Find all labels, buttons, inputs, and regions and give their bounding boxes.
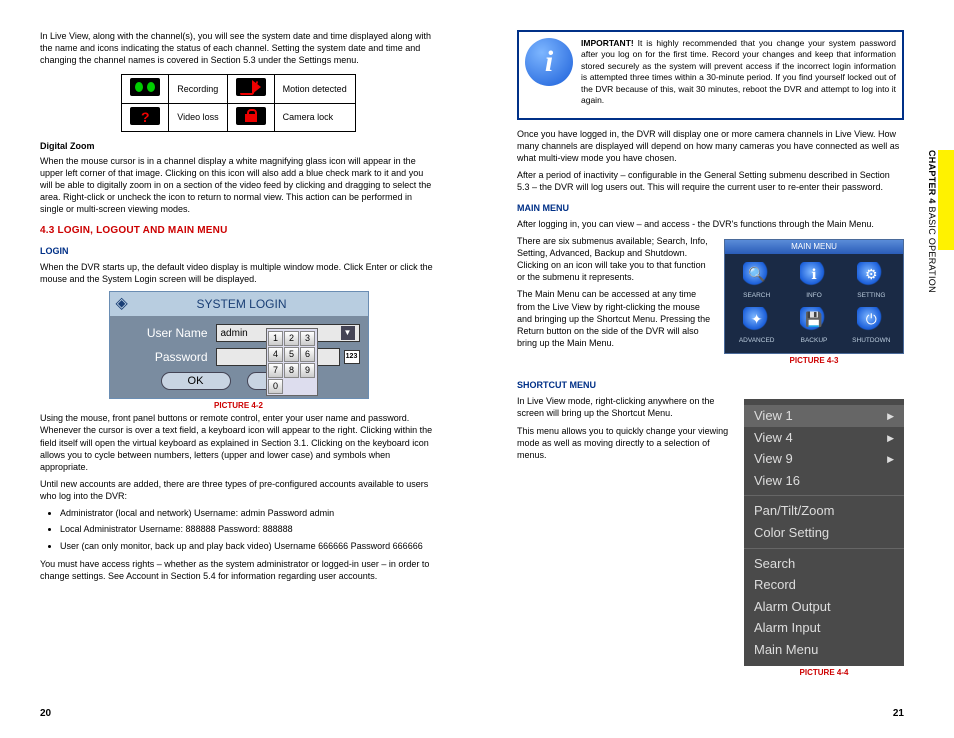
shortcut-menu: View 1▶ View 4▶ View 9▶ View 16 Pan/Tilt… [744,399,904,666]
camera-lock-label: Camera lock [274,103,355,131]
numeric-keypad: 1 2 3 4 5 6 7 8 9 0 [266,328,318,396]
key-1[interactable]: 1 [268,331,283,346]
login-para-2: Using the mouse, front panel buttons or … [40,412,437,473]
key-2[interactable]: 2 [284,331,299,346]
ptz[interactable]: Pan/Tilt/Zoom [744,500,904,522]
search-icon [743,262,771,290]
video-loss-label: Video loss [169,103,227,131]
status-icon-table: Recording Motion detected Video loss Cam… [121,74,355,131]
gear-icon [857,262,885,290]
menu-shutdown[interactable]: SHUTDOWN [846,307,897,346]
page-number-left: 20 [40,707,51,721]
left-page: In Live View, along with the channel(s),… [0,0,477,738]
keyboard-mode-icon[interactable]: 123 [344,350,360,364]
account-admin: Administrator (local and network) Userna… [60,507,437,519]
login-para-4: You must have access rights – whether as… [40,558,437,582]
important-box: i IMPORTANT! It is highly recommended th… [517,30,904,120]
picture-4-2-caption: PICTURE 4-2 [40,401,437,412]
sc-search[interactable]: Search [744,553,904,575]
login-heading: LOGIN [40,245,437,257]
login-para-3: Until new accounts are added, there are … [40,478,437,502]
view-4[interactable]: View 4▶ [744,427,904,449]
motion-label: Motion detected [274,75,355,103]
info-icon: i [525,38,573,86]
key-3[interactable]: 3 [300,331,315,346]
menu-backup[interactable]: BACKUP [788,307,839,346]
page-number-right: 21 [893,707,904,721]
chevron-right-icon: ▶ [887,410,894,422]
main-menu-heading: MAIN MENU [517,202,904,214]
menu-setting[interactable]: SETTING [846,262,897,301]
chevron-right-icon: ▶ [887,432,894,444]
sc-record[interactable]: Record [744,574,904,596]
username-value: admin [221,327,248,341]
key-7[interactable]: 7 [268,363,283,378]
separator [744,548,904,549]
important-label: IMPORTANT! [581,38,634,48]
intro-text: In Live View, along with the channel(s),… [40,30,437,66]
right-para-1: Once you have logged in, the DVR will di… [517,128,904,164]
important-text: It is highly recommended that you change… [581,38,896,105]
camera-lock-icon [236,107,266,125]
color-setting[interactable]: Color Setting [744,522,904,544]
view-16[interactable]: View 16 [744,470,904,492]
accounts-list: Administrator (local and network) Userna… [60,507,437,551]
chevron-down-icon[interactable]: ▼ [341,326,355,340]
key-9[interactable]: 9 [300,363,315,378]
account-local: Local Administrator Username: 888888 Pas… [60,523,437,535]
username-label: User Name [118,325,208,341]
menu-info[interactable]: INFO [788,262,839,301]
main-menu-intro: After logging in, you can view – and acc… [517,218,904,230]
advanced-icon [743,307,771,335]
key-4[interactable]: 4 [268,347,283,362]
recording-icon [130,78,160,96]
chapter-tab [938,150,954,250]
right-page: i IMPORTANT! It is highly recommended th… [477,0,954,738]
login-para-1: When the DVR starts up, the default vide… [40,261,437,285]
chevron-right-icon: ▶ [887,453,894,465]
right-para-2: After a period of inactivity – configura… [517,169,904,193]
backup-icon [800,307,828,335]
view-1[interactable]: View 1▶ [744,405,904,427]
motion-icon [236,78,266,96]
sc-alarm-output[interactable]: Alarm Output [744,596,904,618]
picture-4-4-caption: PICTURE 4-4 [744,668,904,679]
menu-search[interactable]: SEARCH [731,262,782,301]
separator [744,495,904,496]
section-4-3-heading: 4.3 LOGIN, LOGOUT AND MAIN MENU [40,224,437,238]
key-8[interactable]: 8 [284,363,299,378]
dialog-title: SYSTEM LOGIN [140,296,344,312]
main-menu-screenshot: MAIN MENU SEARCH INFO SETTING ADVANCED B… [724,239,904,355]
shortcut-menu-heading: SHORTCUT MENU [517,379,904,391]
chapter-label: CHAPTER 4 BASIC OPERATION [926,150,938,293]
video-loss-icon [130,107,160,125]
account-user: User (can only monitor, back up and play… [60,540,437,552]
sc-alarm-input[interactable]: Alarm Input [744,617,904,639]
view-9[interactable]: View 9▶ [744,448,904,470]
system-login-dialog: SYSTEM LOGIN User Name admin ▼ Password … [109,291,369,399]
picture-4-3-caption: PICTURE 4-3 [724,356,904,367]
menu-advanced[interactable]: ADVANCED [731,307,782,346]
sc-main-menu[interactable]: Main Menu [744,639,904,661]
key-6[interactable]: 6 [300,347,315,362]
main-menu-title: MAIN MENU [725,240,903,254]
digital-zoom-text: When the mouse cursor is in a channel di… [40,155,437,216]
ok-button[interactable]: OK [161,372,231,390]
info-menu-icon [800,262,828,290]
recording-label: Recording [169,75,227,103]
digital-zoom-heading: Digital Zoom [40,140,437,152]
shutdown-icon [857,307,885,335]
dialog-icon [116,295,134,313]
key-0[interactable]: 0 [268,379,283,394]
key-5[interactable]: 5 [284,347,299,362]
password-label: Password [118,349,208,365]
